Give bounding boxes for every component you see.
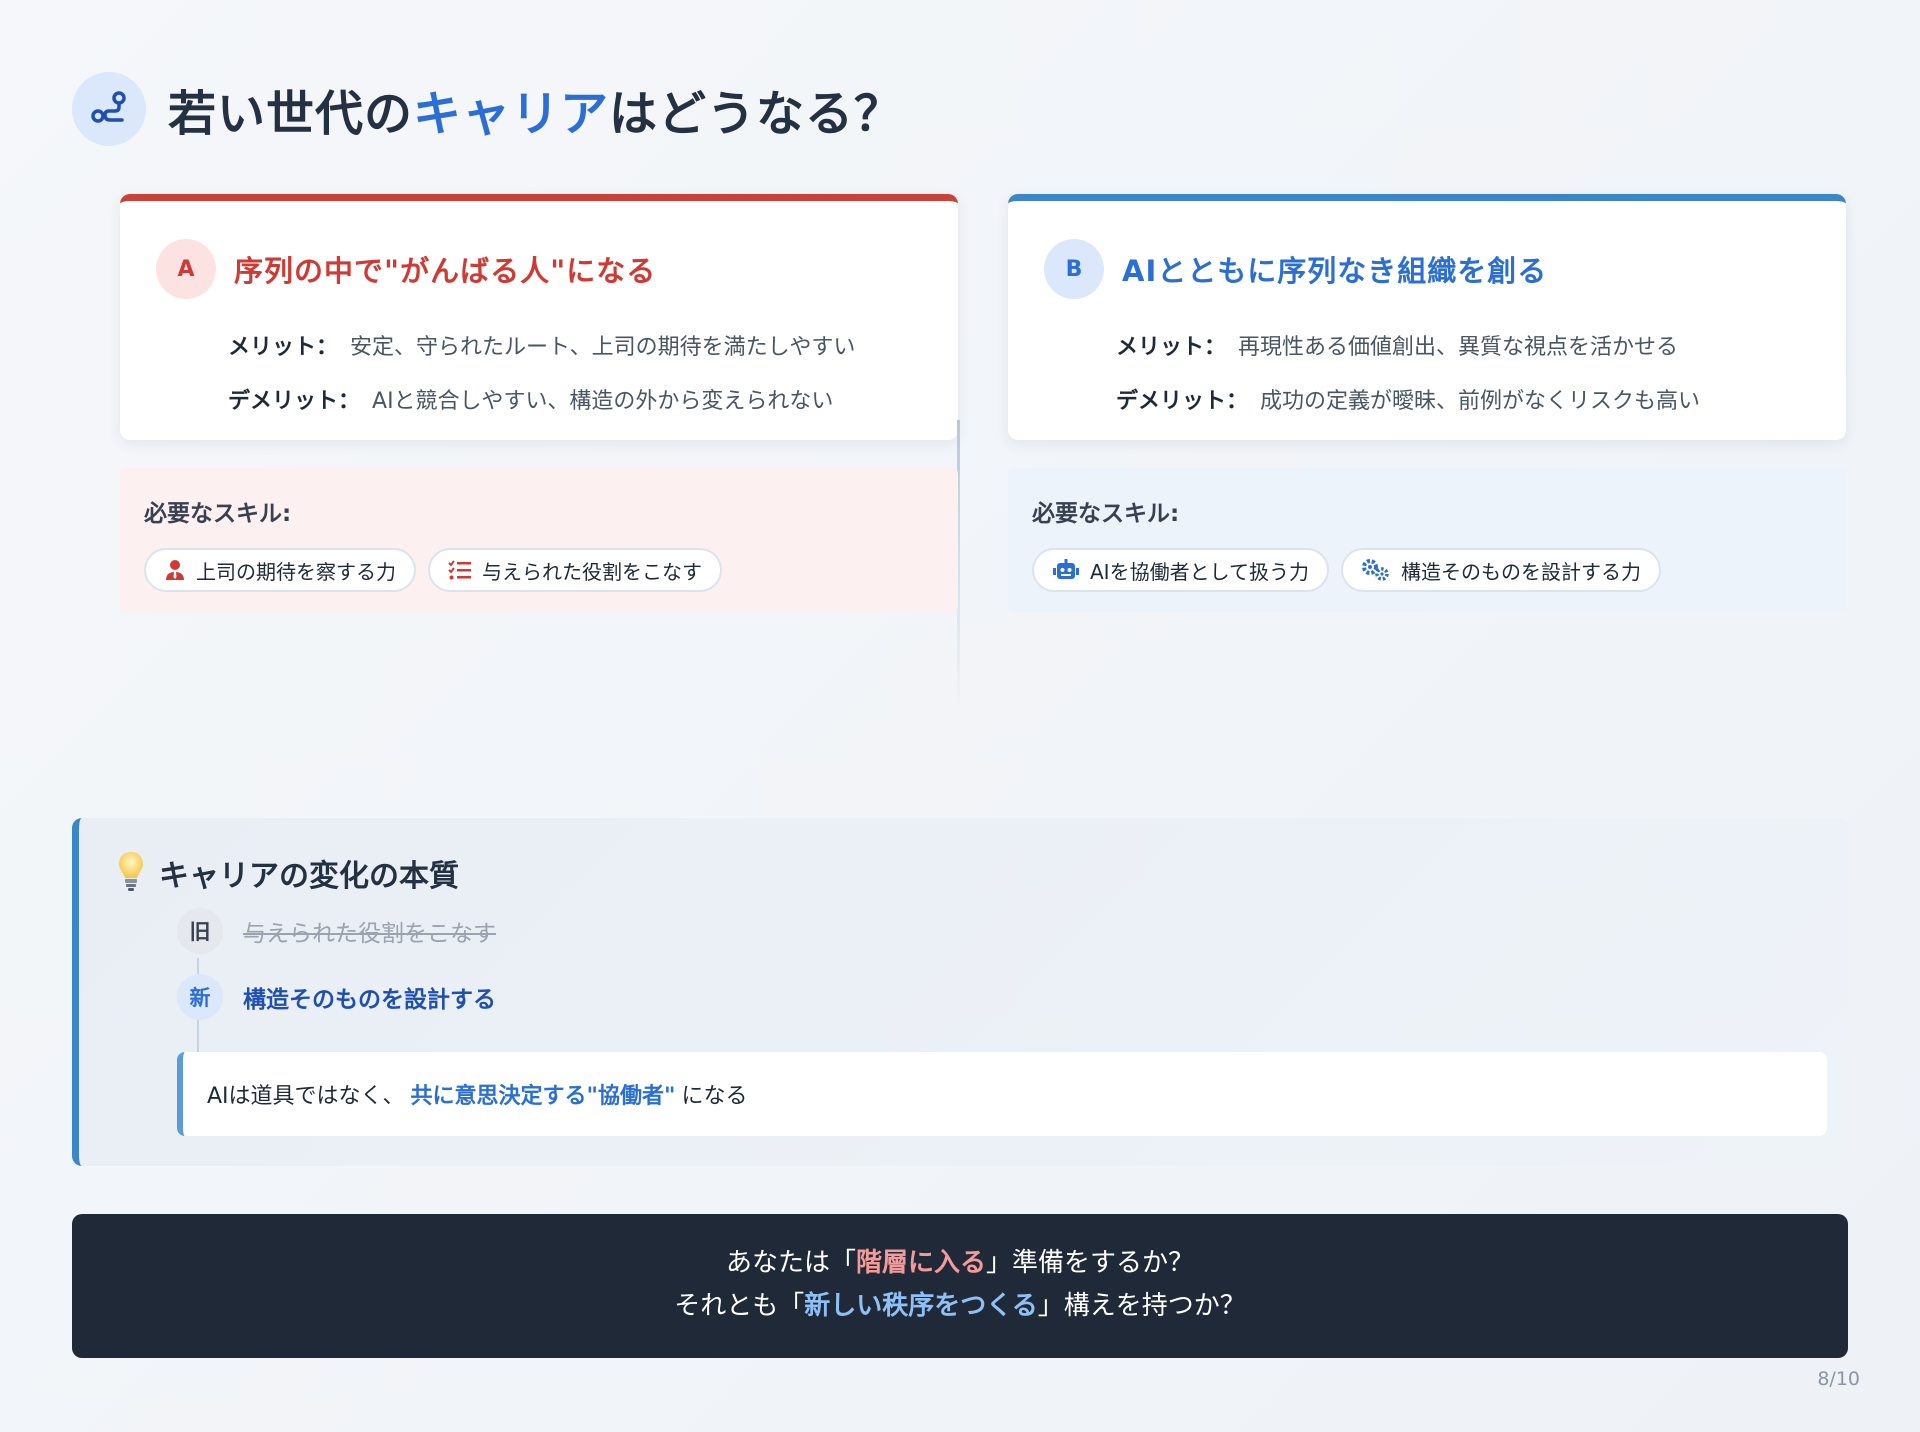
skills-label: 必要なスキル: — [144, 501, 292, 527]
robot-icon — [1052, 559, 1080, 581]
new-career-text: 構造そのものを設計する — [243, 987, 496, 1013]
page-indicator: 8/10 — [1817, 1368, 1860, 1390]
option-b-card: B AIとともに序列なき組織を創る メリット： 再現性ある価値創出、異質な視点を活… — [1008, 194, 1846, 440]
new-career-row: 新 構造そのものを設計する — [177, 974, 496, 1020]
option-b-title: AIとともに序列なき組織を創る — [1122, 254, 1548, 288]
option-a-merit: メリット： 安定、守られたルート、上司の期待を満たしやすい — [228, 335, 856, 360]
option-a-card: A 序列の中で"がんばる人"になる メリット： 安定、守られたルート、上司の期待を… — [120, 194, 958, 440]
user-tie-icon — [164, 559, 186, 581]
page-title: 若い世代のキャリアはどうなる？ — [168, 86, 904, 142]
option-a-title: 序列の中で"がんばる人"になる — [234, 254, 657, 288]
slide-header: 若い世代のキャリアはどうなる？ — [72, 72, 903, 146]
route-icon — [72, 72, 146, 146]
closing-question-banner: あなたは「階層に入る」準備をするか？ それとも「新しい秩序をつくる」構えを持つか… — [72, 1214, 1848, 1358]
question-line-1: あなたは「階層に入る」準備をするか？ — [725, 1248, 1195, 1278]
old-career-row: 旧 与えられた役割をこなす — [177, 908, 496, 954]
option-a-badge: A — [156, 239, 216, 299]
quote-highlight: 共に意思決定する"協働者" — [410, 1084, 676, 1109]
gears-icon — [1361, 558, 1391, 582]
skill-chip: AIを協働者として扱う力 — [1032, 548, 1329, 592]
question-line-2: それとも「新しい秩序をつくる」構えを持つか？ — [674, 1291, 1246, 1321]
skills-label: 必要なスキル: — [1032, 501, 1180, 527]
essence-quote: AIは道具ではなく、 共に意思決定する"協働者" になる — [177, 1052, 1827, 1136]
option-a-skills: 必要なスキル: 上司の期待を察する力 与えられた役割をこなす — [120, 468, 958, 612]
option-b-skills: 必要なスキル: AIを協働者として扱う力 構造そのものを設計する力 — [1008, 468, 1846, 612]
skill-chip: 与えられた役割をこなす — [428, 548, 722, 592]
career-essence-panel: キャリアの変化の本質 旧 与えられた役割をこなす 新 構造そのものを設計する A… — [72, 818, 1848, 1166]
essence-title: キャリアの変化の本質 — [159, 859, 459, 894]
option-b-demerit: デメリット： 成功の定義が曖昧、前例がなくリスクも高い — [1116, 389, 1701, 414]
old-career-text: 与えられた役割をこなす — [243, 921, 496, 947]
skill-chip: 上司の期待を察する力 — [144, 548, 416, 592]
option-b-badge: B — [1044, 239, 1104, 299]
skill-chip: 構造そのものを設計する力 — [1340, 548, 1661, 592]
option-b-merit: メリット： 再現性ある価値創出、異質な視点を活かせる — [1116, 335, 1679, 360]
option-a-demerit: デメリット： AIと競合しやすい、構造の外から変えられない — [228, 389, 834, 414]
list-check-icon — [448, 559, 472, 581]
page-title-accent: キャリア — [413, 86, 610, 142]
lightbulb-icon — [117, 850, 145, 896]
old-tag: 旧 — [177, 908, 223, 954]
new-tag: 新 — [177, 974, 223, 1020]
